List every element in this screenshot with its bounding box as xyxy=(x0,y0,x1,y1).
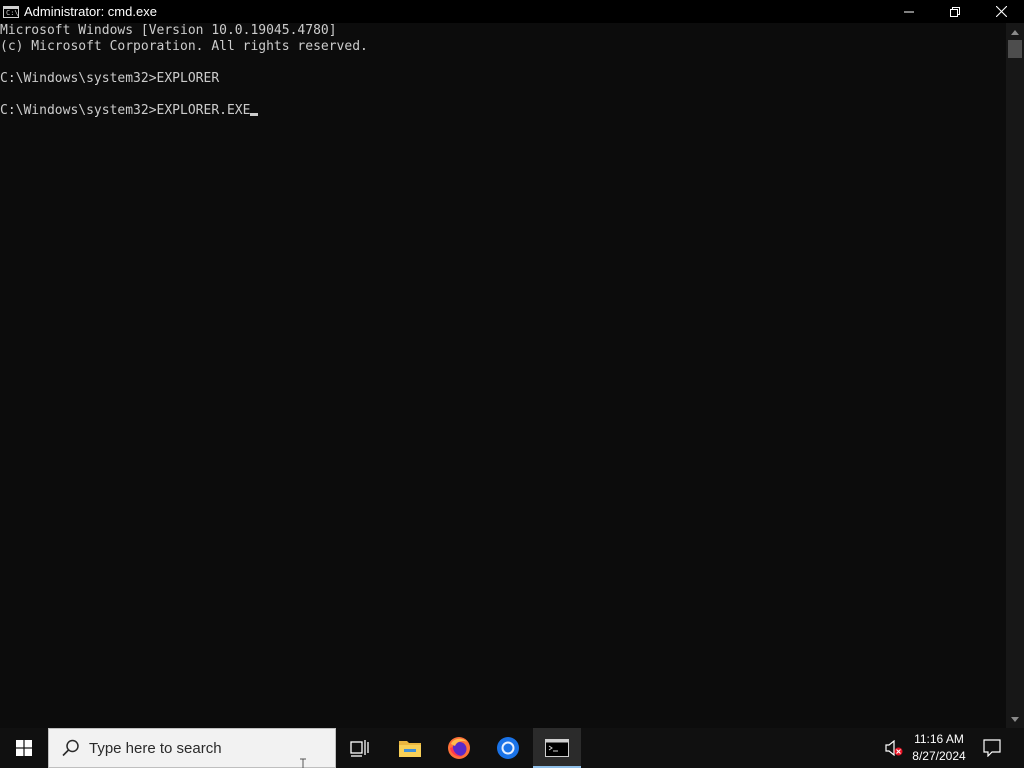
minimize-button[interactable] xyxy=(886,0,932,23)
taskbar-clock[interactable]: 11:16 AM 8/27/2024 xyxy=(906,728,972,768)
minimize-icon xyxy=(904,11,914,12)
task-view-icon xyxy=(350,740,369,757)
cmd-app-icon[interactable]: C:\ xyxy=(3,5,19,18)
task-view-button[interactable] xyxy=(336,728,384,768)
firefox-icon xyxy=(448,737,470,759)
taskbar: Type here to search 11:16 AM 8/27/2024 xyxy=(0,728,1024,768)
scroll-up-button[interactable] xyxy=(1006,24,1024,40)
console-command: C:\Windows\system32>EXPLORER.EXE xyxy=(0,103,251,118)
action-center-button[interactable] xyxy=(972,728,1012,768)
text-cursor xyxy=(250,113,259,116)
folder-icon xyxy=(399,741,421,757)
scrollbar-thumb[interactable] xyxy=(1008,40,1022,58)
chevron-up-icon xyxy=(1011,29,1019,35)
windows-logo-icon xyxy=(16,740,32,756)
volume-muted-icon xyxy=(885,740,903,756)
app-icon-text: C:\ xyxy=(6,8,19,17)
console-line: Microsoft Windows [Version 10.0.19045.47… xyxy=(0,23,337,38)
text-cursor-icon xyxy=(300,758,306,768)
console-line: C:\Windows\system32>EXPLORER xyxy=(0,71,220,86)
clock-time: 11:16 AM xyxy=(914,732,964,746)
cmd-icon xyxy=(545,739,569,757)
chrome-icon xyxy=(497,737,519,759)
vertical-scrollbar[interactable] xyxy=(1006,23,1024,728)
restore-button[interactable] xyxy=(932,0,978,23)
close-icon xyxy=(995,6,1007,17)
chrome-button[interactable] xyxy=(484,728,532,768)
console-input-line[interactable]: C:\Windows\system32>EXPLORER.EXE xyxy=(0,103,1006,119)
firefox-button[interactable] xyxy=(435,728,483,768)
start-button[interactable] xyxy=(0,728,48,768)
console-line: (c) Microsoft Corporation. All rights re… xyxy=(0,39,368,54)
window-titlebar[interactable]: C:\ Administrator: cmd.exe xyxy=(0,0,1024,23)
taskbar-search-box[interactable]: Type here to search xyxy=(48,728,336,768)
chevron-down-icon xyxy=(1011,716,1019,722)
scroll-down-button[interactable] xyxy=(1006,711,1024,727)
console-line xyxy=(0,55,1006,71)
search-placeholder: Type here to search xyxy=(89,739,222,757)
restore-icon xyxy=(950,6,960,17)
close-button[interactable] xyxy=(978,0,1024,23)
console-output[interactable]: Microsoft Windows [Version 10.0.19045.47… xyxy=(0,23,1006,728)
search-icon xyxy=(62,739,79,757)
file-explorer-button[interactable] xyxy=(386,728,434,768)
cmd-taskbar-button[interactable] xyxy=(533,728,581,768)
volume-button[interactable] xyxy=(882,728,906,768)
notification-icon xyxy=(983,739,1001,757)
window-title: Administrator: cmd.exe xyxy=(24,4,157,19)
clock-date: 8/27/2024 xyxy=(912,749,966,763)
console-line xyxy=(0,87,1006,103)
